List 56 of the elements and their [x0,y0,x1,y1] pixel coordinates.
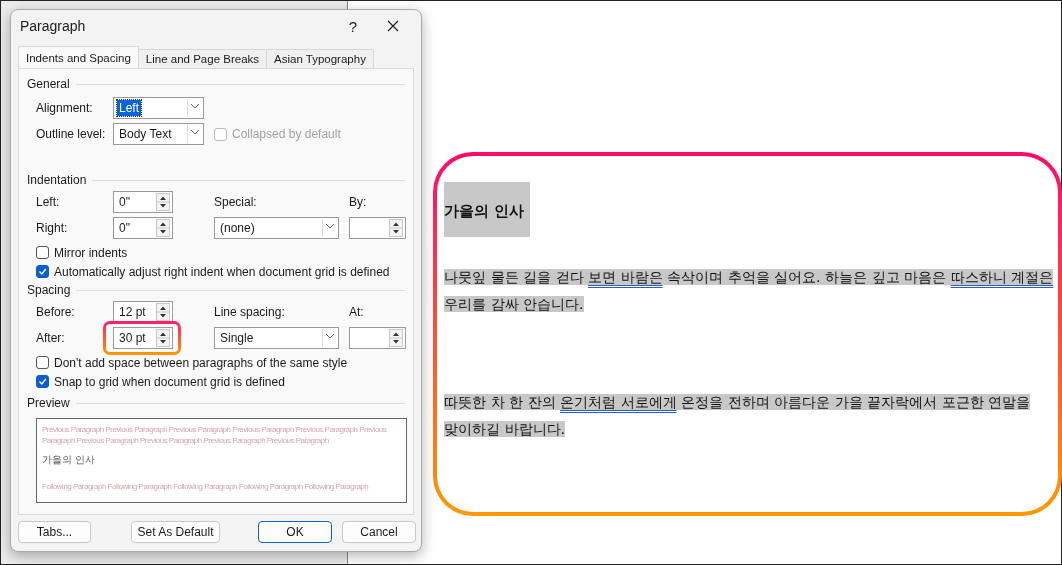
checkbox[interactable] [36,356,49,369]
check-icon [38,377,47,386]
checkbox-label: Automatically adjust right indent when document grid is defined [54,264,390,279]
checkbox[interactable] [36,246,49,259]
checkbox-label: Collapsed by default [232,127,341,141]
spinner-icon[interactable] [156,193,170,211]
field-label: Right: [36,221,69,235]
dialog-button[interactable]: Tabs... [18,521,91,543]
tab[interactable]: Line and Page Breaks [137,49,268,68]
spinner-icon[interactable] [156,303,170,321]
dialog-button[interactable]: Set As Default [131,521,220,543]
field-label: Left: [36,195,61,209]
field-label: By: [349,195,368,209]
preview-text: Previous Paragraph Previous Paragraph Previous Paragraph Previous Paragraph Previous Paragraph Previous [42,424,387,435]
field-label: Alignment: [36,101,94,115]
document-heading: 가을의 인사 [444,182,531,237]
field-label: Special: [214,195,258,209]
checkbox[interactable] [36,375,49,388]
dialog-title: Paragraph [20,18,87,34]
number-field[interactable]: 12 pt [113,301,173,323]
number-field[interactable]: 0" [113,191,173,213]
spinner-icon[interactable] [389,219,403,237]
dropdown[interactable]: Single [214,327,339,349]
number-field[interactable]: 30 pt [113,327,173,349]
spinner-icon[interactable] [389,329,403,347]
spinner-icon[interactable] [156,219,170,237]
field-label: After: [36,331,66,345]
section-heading: Preview [27,396,70,410]
number-field[interactable] [349,327,406,349]
preview-text: Following Paragraph Following Paragraph Following Paragraph Following Paragraph Following Paragraph [42,481,369,492]
preview-text: Paragraph Previous Paragraph Previous Paragraph Previous Paragraph Previous Paragraph [42,435,329,446]
preview-text: 가을의 인사 [42,454,95,465]
checkbox-label: Don't add space between paragraphs of the same style [54,355,348,370]
field-label: At: [349,305,365,319]
dialog-button[interactable]: Cancel [342,521,416,543]
number-field[interactable] [349,217,406,239]
field-label: Line spacing: [214,305,286,319]
field-label: Before: [36,305,76,319]
dropdown[interactable]: Body Text [113,123,204,145]
checkbox-label: Snap to grid when document grid is defined [54,374,285,389]
section-heading: Spacing [27,283,71,297]
dropdown[interactable]: (none) [214,217,339,239]
dialog-button[interactable]: OK [258,521,332,543]
field-label: Outline level: [36,127,107,141]
section-heading: General [27,77,70,91]
tab[interactable]: Indents and Spacing [18,46,139,68]
spinner-icon[interactable] [156,329,170,347]
check-icon [38,267,47,276]
help-button[interactable]: ? [333,11,373,41]
number-field[interactable]: 0" [113,217,173,239]
checkbox[interactable] [36,265,49,278]
close-icon [387,20,399,32]
checkbox-label: Mirror indents [54,245,128,260]
tab[interactable]: Asian Typography [266,49,374,68]
dropdown[interactable]: Left [113,97,204,119]
section-heading: Indentation [27,173,87,187]
